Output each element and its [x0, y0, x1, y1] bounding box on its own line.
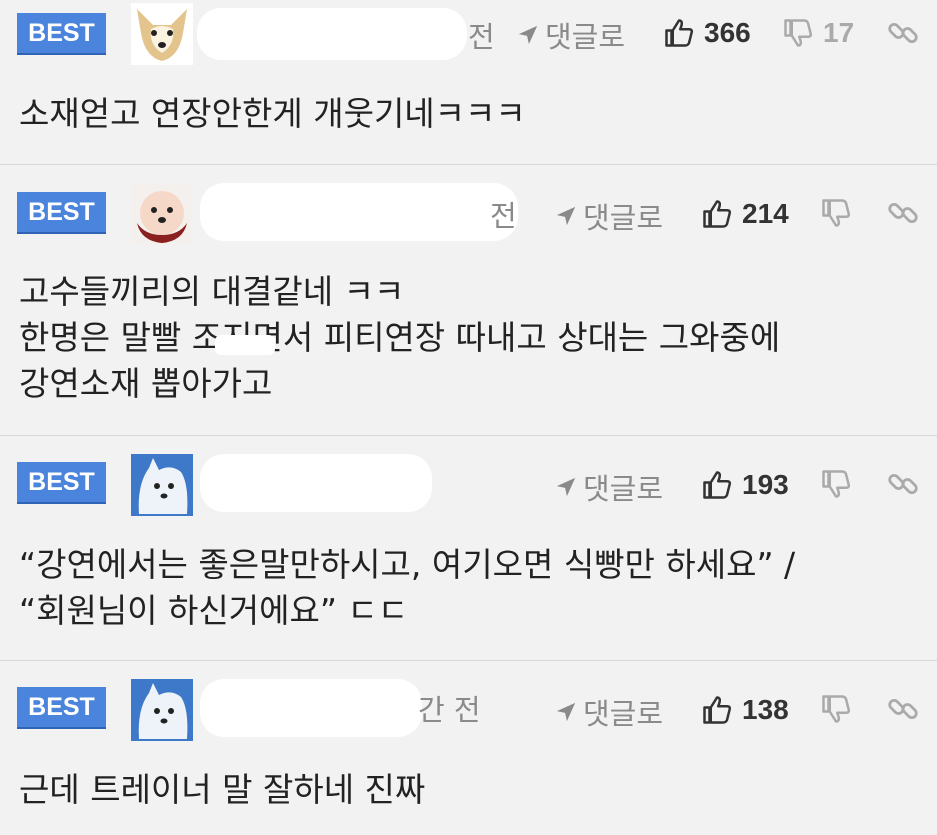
reply-arrow-icon — [556, 206, 576, 226]
thumbs-down-icon — [822, 199, 851, 227]
thumbs-down-icon — [784, 19, 813, 47]
like-button[interactable]: 214 — [702, 198, 789, 230]
reply-button[interactable]: 댓글로 — [517, 14, 625, 56]
comment-text: 소재얻고 연장안한게 개웃기네ㅋㅋㅋ — [19, 94, 526, 133]
avatar[interactable] — [131, 3, 193, 65]
reply-arrow-icon — [518, 25, 538, 45]
comment-1: BEST 전 댓글로 366 17 소재얻고 연장안한게 개웃기네ㅋㅋㅋ — [0, 0, 937, 164]
thumbs-up-icon — [665, 19, 694, 47]
link-icon[interactable] — [888, 694, 918, 724]
thumbs-down-icon — [822, 470, 851, 498]
comment-time: 전 — [468, 20, 495, 54]
reply-label: 댓글로 — [583, 472, 664, 506]
reply-button[interactable]: 댓글로 — [555, 466, 663, 508]
best-badge: BEST — [17, 192, 106, 234]
like-count: 193 — [742, 469, 789, 500]
comment-text: “강연에서는 좋은말만하시고, 여기오면 식빵만 하세요” / “회원님이 하신… — [19, 545, 796, 630]
link-icon[interactable] — [888, 469, 918, 499]
like-count: 366 — [704, 17, 751, 48]
link-icon[interactable] — [888, 18, 918, 48]
redacted-username — [200, 454, 432, 512]
comment-time: 간 전 — [418, 693, 481, 727]
comment-4: BEST 간 전 댓글로 138 근데 트레이너 말 잘하네 진짜 — [0, 661, 937, 835]
reply-button[interactable]: 댓글로 — [555, 691, 663, 733]
thumbs-down-icon — [822, 695, 851, 723]
comment-text: 고수들끼리의 대결같네 ㅋㅋ 한명은 말빨 조지면서 피티연장 따내고 상대는 … — [19, 272, 781, 403]
comment-text: 근데 트레이너 말 잘하네 진짜 — [19, 770, 426, 809]
reply-label: 댓글로 — [583, 697, 664, 731]
thumbs-up-icon — [703, 471, 732, 499]
comment-3: BEST 댓글로 193 “강연에서는 좋은말만하시고, 여기오면 식빵만 하세… — [0, 436, 937, 660]
dislike-button[interactable] — [821, 198, 861, 228]
reply-arrow-icon — [556, 477, 576, 497]
redacted-text — [215, 335, 275, 355]
reply-label: 댓글로 — [545, 20, 626, 54]
like-button[interactable]: 193 — [702, 469, 789, 501]
thumbs-up-icon — [703, 696, 732, 724]
reply-arrow-icon — [556, 702, 576, 722]
avatar[interactable] — [131, 679, 193, 741]
dislike-button[interactable] — [821, 694, 861, 724]
redacted-username — [200, 679, 422, 737]
like-button[interactable]: 366 — [664, 17, 751, 49]
avatar[interactable] — [131, 183, 193, 245]
thumbs-up-icon — [703, 200, 732, 228]
dislike-button[interactable] — [821, 469, 861, 499]
redacted-username — [200, 183, 518, 241]
comment-time: 전 — [490, 199, 517, 233]
redacted-username — [197, 8, 467, 60]
avatar[interactable] — [131, 454, 193, 516]
best-badge: BEST — [17, 687, 106, 729]
like-count: 214 — [742, 198, 789, 229]
best-badge: BEST — [17, 462, 106, 504]
reply-label: 댓글로 — [583, 201, 664, 235]
dislike-button[interactable]: 17 — [783, 17, 854, 49]
link-icon[interactable] — [888, 198, 918, 228]
like-button[interactable]: 138 — [702, 694, 789, 726]
comment-2: BEST 전 댓글로 214 고수들끼리의 대결같네 ㅋㅋ 한명은 말빨 조지면… — [0, 165, 937, 435]
like-count: 138 — [742, 694, 789, 725]
dislike-count: 17 — [823, 17, 855, 48]
reply-button[interactable]: 댓글로 — [555, 195, 663, 237]
best-badge: BEST — [17, 13, 106, 55]
